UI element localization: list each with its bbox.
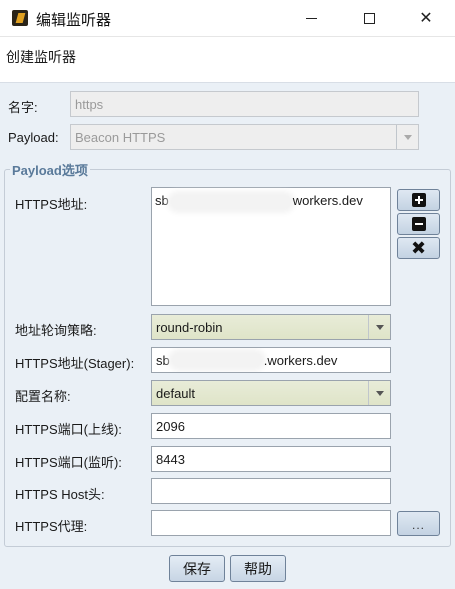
chevron-down-icon[interactable] bbox=[368, 315, 390, 339]
host-header-field[interactable] bbox=[151, 478, 391, 504]
https-hosts-textarea[interactable]: sb workers.dev bbox=[151, 187, 391, 306]
minimize-button[interactable] bbox=[282, 0, 340, 36]
chevron-down-icon[interactable] bbox=[396, 125, 418, 149]
remove-host-button[interactable] bbox=[397, 213, 440, 235]
clear-hosts-button[interactable]: ✖ bbox=[397, 237, 440, 259]
profile-select-value: default bbox=[156, 385, 196, 401]
profile-select[interactable]: default bbox=[151, 380, 391, 406]
profile-label: 配置名称: bbox=[15, 389, 71, 404]
maximize-icon bbox=[363, 12, 375, 24]
redacted-mask bbox=[170, 194, 291, 209]
help-button[interactable]: 帮助 bbox=[230, 555, 286, 582]
title-bar: 编辑监听器 ✕ bbox=[0, 0, 455, 36]
rotate-select[interactable]: round-robin bbox=[151, 314, 391, 340]
proxy-field[interactable] bbox=[151, 510, 391, 536]
app-icon bbox=[12, 10, 28, 26]
stager-label: HTTPS地址(Stager): bbox=[15, 356, 135, 371]
port-listen-label: HTTPS端口(监听): bbox=[15, 455, 122, 470]
stager-field[interactable]: sb .workers.dev bbox=[151, 347, 391, 373]
minimize-icon bbox=[305, 17, 317, 19]
host-header-label: HTTPS Host头: bbox=[15, 487, 105, 502]
https-hosts-label: HTTPS地址: bbox=[15, 197, 88, 212]
port-bind-field[interactable]: 2096 bbox=[151, 413, 391, 439]
port-listen-field[interactable]: 8443 bbox=[151, 446, 391, 472]
header-panel: 创建监听器 bbox=[0, 36, 455, 82]
payload-label: Payload: bbox=[8, 130, 59, 145]
https-hosts-suffix: workers.dev bbox=[292, 193, 363, 208]
x-icon: ✖ bbox=[410, 238, 427, 258]
payload-select[interactable]: Beacon HTTPS bbox=[70, 124, 419, 150]
proxy-label: HTTPS代理: bbox=[15, 519, 88, 534]
https-hosts-prefix: sb bbox=[155, 193, 169, 208]
plus-icon bbox=[411, 193, 426, 207]
payload-options-title: Payload选项 bbox=[10, 160, 90, 179]
stager-prefix: sb bbox=[156, 352, 170, 368]
close-button[interactable]: ✕ bbox=[397, 0, 455, 36]
redacted-mask bbox=[171, 353, 262, 367]
minus-icon bbox=[411, 217, 426, 231]
rotate-label: 地址轮询策略: bbox=[15, 323, 97, 338]
close-icon: ✕ bbox=[419, 10, 433, 27]
header-text: 创建监听器 bbox=[6, 49, 76, 65]
payload-select-value: Beacon HTTPS bbox=[75, 129, 166, 145]
window-title: 编辑监听器 bbox=[36, 12, 112, 29]
ellipsis-icon: ... bbox=[411, 517, 425, 532]
chevron-down-icon[interactable] bbox=[368, 381, 390, 405]
rotate-select-value: round-robin bbox=[156, 319, 223, 335]
port-bind-label: HTTPS端口(上线): bbox=[15, 422, 122, 437]
name-label: 名字: bbox=[8, 100, 38, 115]
save-button[interactable]: 保存 bbox=[169, 555, 225, 582]
stager-suffix: .workers.dev bbox=[263, 352, 338, 368]
name-field[interactable]: https bbox=[70, 91, 419, 117]
proxy-settings-button[interactable]: ... bbox=[397, 511, 440, 536]
add-host-button[interactable] bbox=[397, 189, 440, 211]
maximize-button[interactable] bbox=[340, 0, 398, 36]
